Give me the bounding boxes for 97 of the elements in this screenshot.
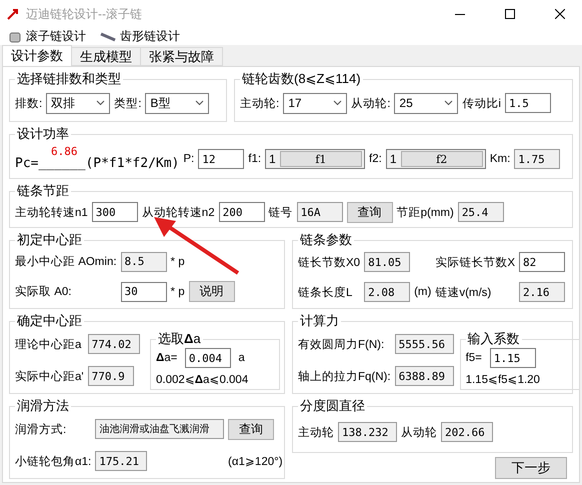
readonly-field[interactable]: 774.02 [88,334,140,354]
query-button[interactable]: 查询 [346,202,393,222]
field-label: 最小中心距 AOmin: [15,254,117,270]
maximize-icon [505,9,515,19]
next-button[interactable]: 下一步 [495,457,567,479]
factor-button[interactable]: f2 [400,151,483,167]
app-icon [6,7,20,21]
close-icon [555,9,565,19]
field-label: * p [170,256,185,268]
field-label: 理论中心距a [15,337,82,352]
dropdown[interactable]: 双排 [46,92,110,114]
group-title: 初定中心距 [16,231,83,249]
field-label: * p [170,286,185,298]
tab[interactable]: 设计参数 [2,45,72,66]
tab[interactable]: 生成模型 [71,47,141,66]
dropdown[interactable]: 17 [283,92,348,114]
readonly-field[interactable]: 5555.56 [394,334,454,354]
window-title: 迈迪链轮设计--滚子链 [26,6,143,22]
field-label: 主动轮 [298,425,334,440]
query-button[interactable]: 说明 [188,281,235,302]
field-label: 实际链长节数X [435,255,515,270]
readonly-field[interactable]: 1.75 [514,149,560,169]
field-label: 0.002⩽Δa⩽0.004 [156,373,248,386]
field-label: Δa= [156,352,178,364]
group-title: 润滑方法 [16,397,70,415]
field-label: 实际取 A0: [15,284,72,300]
readonly-field[interactable]: 81.05 [364,252,410,272]
dropdown[interactable]: B型 [145,92,210,114]
field-label: 从动轮: [351,96,390,110]
readonly-field[interactable]: 25.4 [458,202,504,222]
field-label: (α1⩾120°) [228,455,283,468]
readonly-field[interactable]: 2.08 [364,282,410,302]
input-field[interactable]: 82 [519,252,565,272]
group-title: 链条节距 [16,182,70,200]
field-label: 传动比i [462,96,501,110]
field-label: 小链轮包角α1: [15,454,92,469]
field-label: 主动轮: [240,96,280,110]
input-field[interactable]: 1.15 [490,348,536,368]
field-label: 链号 [268,206,293,220]
field-label: f5= [466,352,482,364]
dropdown[interactable]: 25 [394,92,458,114]
group-title: 链条参数 [299,231,353,249]
group-title: 确定中心距 [16,312,83,330]
field-label: 链长节数X0 [298,256,360,270]
field-label: 从动轮转速n2 [142,206,215,220]
field-label: 类型: [114,96,142,110]
field-label: Km: [490,153,510,165]
field-label: 润滑方式: [15,422,66,437]
readonly-field[interactable]: 175.21 [95,451,148,472]
factor-button[interactable]: f1 [280,151,362,167]
field-label: 1.15⩽f5⩽1.20 [466,373,540,386]
tab[interactable]: 张紧与故障 [140,47,223,66]
input-field[interactable]: 1.5 [504,93,551,113]
query-button[interactable]: 查询 [228,418,274,440]
input-field[interactable]: 0.004 [184,348,231,368]
readonly-field[interactable]: 16A [296,202,343,222]
field-label: 节距p(mm) [396,206,454,220]
field-label: 实际中心距a' [15,369,84,384]
readonly-field[interactable]: 138.232 [338,422,397,442]
readonly-field[interactable]: 油池润滑或油盘飞溅润滑 [95,419,224,440]
group-title: 分度圆直径 [299,397,366,415]
chevron-down-icon [444,100,454,106]
field-label: 有效圆周力F(N): [298,338,384,352]
menu-item[interactable]: 齿形链设计 [100,28,180,45]
result-value: 6.86 [51,144,78,158]
field-label: 链条长度L [298,286,352,300]
readonly-field[interactable]: 2.16 [519,282,565,302]
group-title: 输入系数 [466,330,521,348]
field-label: 轴上的拉力Fq(N): [298,370,391,384]
field-label: P: [183,153,194,165]
field-label: 从动轮 [401,426,437,440]
input-field[interactable]: 30 [120,282,167,302]
readonly-field[interactable]: 202.66 [441,422,493,442]
group-title: 设计功率 [16,125,70,143]
input-field[interactable]: 300 [92,202,138,222]
field-label: f1: [248,153,262,165]
group-title: 计算力 [299,312,340,330]
group-title: 选择链排数和类型 [16,70,122,88]
factor-field[interactable]: 1 f2 [386,149,486,169]
field-label: 链速v(m/s) [435,286,492,300]
input-field[interactable]: 12 [198,149,244,169]
readonly-field[interactable]: 770.9 [88,366,134,386]
menu-item[interactable]: 滚子链设计 [8,28,86,45]
readonly-field[interactable]: 6388.89 [394,366,454,386]
group-title: 链轮齿数(8⩽Z⩽114) [241,70,362,88]
field-label: 排数: [15,96,42,110]
readonly-field[interactable]: 8.5 [120,252,167,272]
group-title: 选取Δa [157,330,202,348]
chevron-down-icon [195,100,204,106]
field-label: 主动轮转速n1 [15,205,88,220]
chevron-down-icon [96,100,106,106]
field-label: a [238,352,245,364]
factor-field[interactable]: 1 f1 [265,149,366,169]
input-field[interactable]: 200 [218,202,265,222]
field-label: (m) [414,286,432,298]
field-label: f2: [369,153,382,165]
chevron-down-icon [333,100,342,106]
